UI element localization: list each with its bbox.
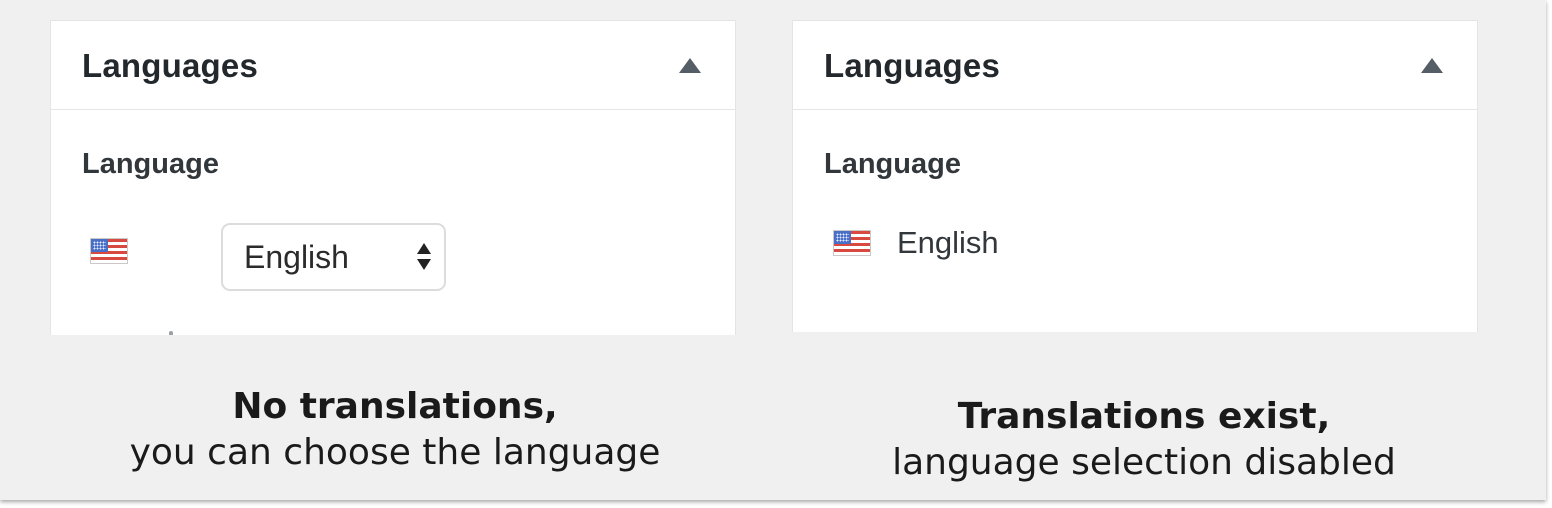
us-flag-icon xyxy=(833,230,871,256)
languages-panel-disabled: Languages Language English xyxy=(792,20,1478,332)
triangle-up-icon[interactable] xyxy=(1421,58,1443,73)
caption-left-heading: No translations, xyxy=(232,386,558,427)
up-down-arrows-icon xyxy=(417,243,431,275)
language-label: Language xyxy=(82,148,219,180)
caption-right-heading: Translations exist, xyxy=(957,396,1331,437)
caption-left: No translations, you can choose the lang… xyxy=(50,384,740,476)
screenshot-canvas: Languages Language English Languages Lan… xyxy=(0,0,1546,500)
caption-right: Translations exist, language selection d… xyxy=(792,394,1496,486)
panel-header: Languages xyxy=(51,21,735,110)
languages-panel-editable: Languages Language English xyxy=(50,20,736,335)
panel-header: Languages xyxy=(793,21,1477,110)
panel-title: Languages xyxy=(82,47,259,84)
caption-left-text: you can choose the language xyxy=(129,432,661,473)
us-flag-icon xyxy=(90,238,128,264)
language-label: Language xyxy=(824,148,961,180)
triangle-up-icon[interactable] xyxy=(679,58,701,73)
panel-title: Languages xyxy=(824,47,1001,84)
language-select[interactable]: English xyxy=(221,223,446,291)
clipped-content-fragment xyxy=(169,331,173,335)
language-value-static: English xyxy=(897,225,999,260)
caption-right-text: language selection disabled xyxy=(892,442,1396,483)
language-select-value: English xyxy=(244,239,349,275)
